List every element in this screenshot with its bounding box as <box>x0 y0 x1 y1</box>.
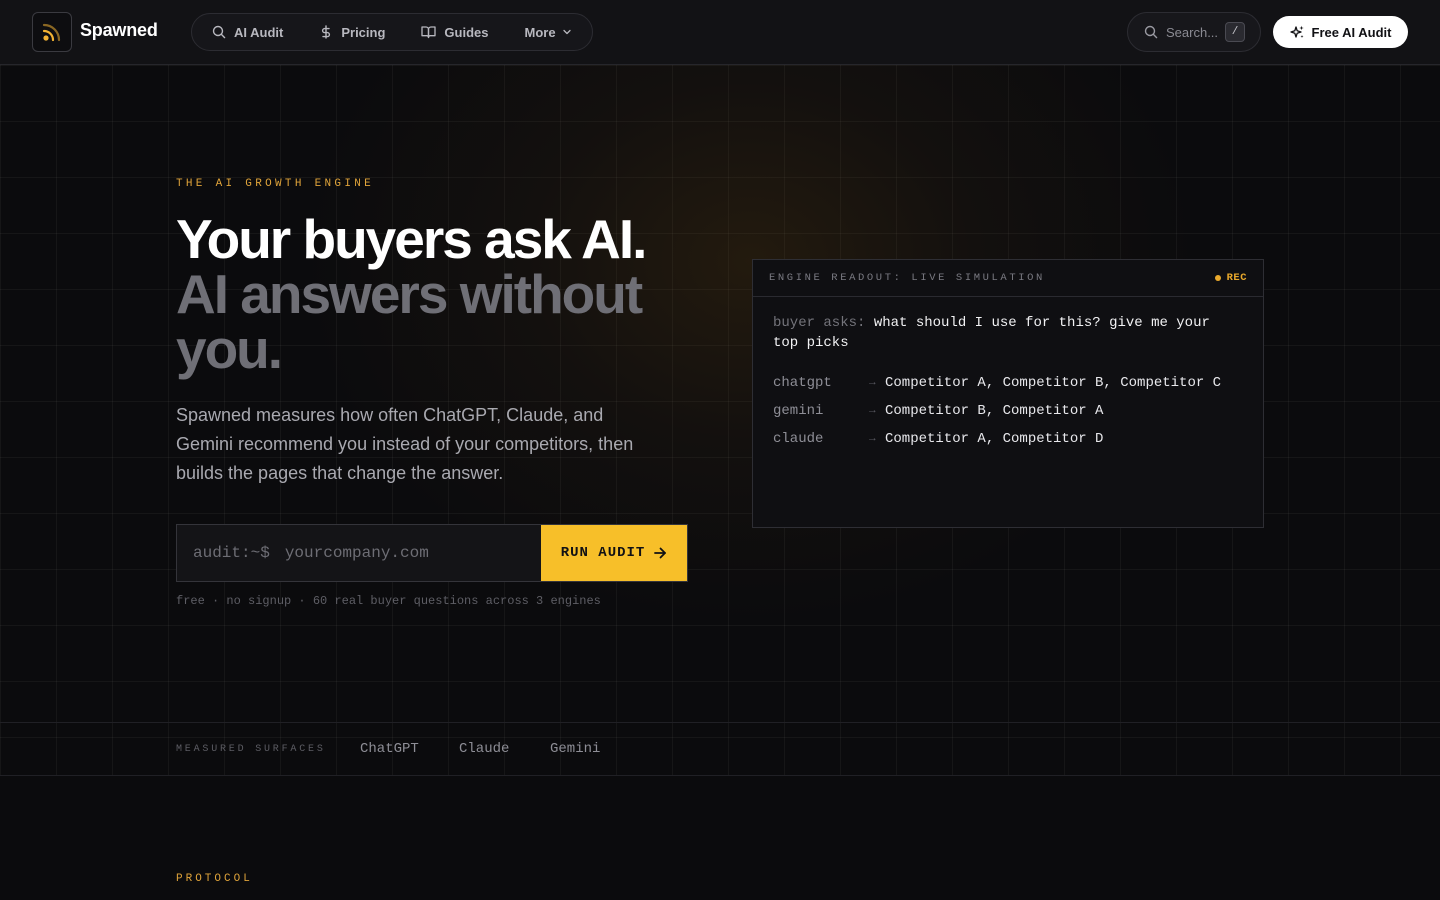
chevron-down-icon <box>562 29 571 35</box>
engine-row: gemini → Competitor B, Competitor A <box>773 397 1243 425</box>
logo-icon[interactable] <box>32 12 72 52</box>
brand-name[interactable]: Spawned <box>80 20 158 41</box>
sparkles-icon <box>1289 25 1304 38</box>
audit-fineprint: free · no signup · 60 real buyer questio… <box>176 594 601 608</box>
buyer-question: buyer asks: what should I use for this? … <box>773 313 1243 353</box>
arrow-right-icon <box>654 547 667 559</box>
nav-item-ai-audit[interactable]: AI Audit <box>212 25 283 40</box>
panel-header: ENGINE READOUT: LIVE SIMULATION REC <box>753 260 1263 297</box>
dollar-icon <box>322 25 331 39</box>
run-audit-label: RUN AUDIT <box>560 545 646 561</box>
hero-eyebrow: THE AI GROWTH ENGINE <box>176 178 375 190</box>
cta-label: Free AI Audit <box>1311 24 1392 40</box>
question-prefix: buyer asks: <box>773 315 866 331</box>
rec-dot-icon <box>1214 275 1221 281</box>
run-audit-button[interactable]: RUN AUDIT <box>541 525 687 581</box>
nav-item-pricing[interactable]: Pricing <box>319 25 385 40</box>
audit-form: audit:~$ RUN AUDIT <box>176 524 688 582</box>
search-placeholder: Search... <box>1166 24 1219 40</box>
free-ai-audit-button[interactable]: Free AI Audit <box>1273 16 1408 48</box>
arrow-icon: → <box>869 377 876 389</box>
book-icon <box>421 26 437 39</box>
site-header: Spawned AI Audit Pricing Guides More Sea… <box>0 0 1440 65</box>
engine-answer: Competitor B, Competitor A <box>885 403 1104 419</box>
nav-item-guides[interactable]: Guides <box>421 24 489 40</box>
arrow-icon: → <box>869 405 876 417</box>
nav-item-more[interactable]: More <box>525 25 572 40</box>
nav-item-label: More <box>524 24 556 40</box>
headline-line-1: Your buyers ask AI. <box>176 208 647 270</box>
surface-claude: Claude <box>459 741 510 757</box>
hero-headline: Your buyers ask AI. AI answers without y… <box>176 212 716 377</box>
search-button[interactable]: Search... / <box>1127 12 1261 52</box>
surfaces-label: MEASURED SURFACES <box>176 744 326 755</box>
engine-row: chatgpt → Competitor A, Competitor B, Co… <box>773 369 1243 397</box>
engine-answer: Competitor A, Competitor B, Competitor C <box>885 375 1222 391</box>
rec-label: REC <box>1226 272 1247 284</box>
engine-row: claude → Competitor A, Competitor D <box>773 425 1243 453</box>
nav-item-label: AI Audit <box>234 24 284 40</box>
engine-answer: Competitor A, Competitor D <box>885 431 1104 447</box>
headline-line-2: AI answers without you. <box>176 263 643 380</box>
panel-title: ENGINE READOUT: LIVE SIMULATION <box>769 272 1045 284</box>
nav-item-label: Guides <box>444 24 489 40</box>
surface-chatgpt: ChatGPT <box>360 741 419 757</box>
surface-gemini: Gemini <box>550 741 601 757</box>
engine-name: gemini <box>773 403 824 419</box>
search-icon <box>1144 25 1158 39</box>
protocol-eyebrow: PROTOCOL <box>176 873 253 885</box>
company-url-input[interactable] <box>269 525 541 581</box>
main-nav: AI Audit Pricing Guides More <box>191 13 593 51</box>
engine-name: chatgpt <box>773 375 832 391</box>
hero-lead: Spawned measures how often ChatGPT, Clau… <box>176 405 634 483</box>
rec-indicator: REC <box>1214 272 1247 284</box>
panel-body: buyer asks: what should I use for this? … <box>753 297 1263 469</box>
measured-surfaces-band: MEASURED SURFACES ChatGPT Claude Gemini <box>0 722 1440 776</box>
keyboard-shortcut-badge: / <box>1225 22 1245 42</box>
arrow-icon: → <box>869 433 876 445</box>
engine-readout-panel: ENGINE READOUT: LIVE SIMULATION REC buye… <box>752 259 1264 528</box>
nav-item-label: Pricing <box>341 24 386 40</box>
terminal-prompt: audit:~$ <box>193 544 270 562</box>
search-icon <box>212 25 226 39</box>
engine-name: claude <box>773 431 824 447</box>
